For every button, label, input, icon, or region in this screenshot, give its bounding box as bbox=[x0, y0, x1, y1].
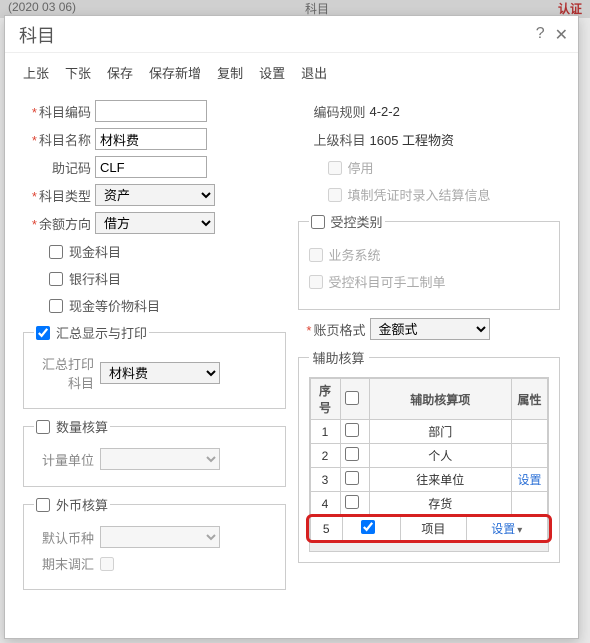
name-input[interactable] bbox=[95, 128, 207, 150]
cash-equiv-checkbox[interactable] bbox=[49, 299, 63, 313]
bank-checkbox[interactable] bbox=[49, 272, 63, 286]
biz-checkbox[interactable] bbox=[309, 248, 323, 262]
balance-select[interactable]: 借方 bbox=[95, 212, 215, 234]
th-seq: 序号 bbox=[310, 379, 340, 420]
manual-label: 受控科目可手工制单 bbox=[329, 272, 446, 291]
table-scrollbar[interactable] bbox=[310, 541, 549, 551]
titlebar: 科目 ? ✕ bbox=[5, 16, 578, 53]
disabled-label: 停用 bbox=[348, 158, 374, 177]
th-check-all[interactable] bbox=[345, 391, 359, 405]
fx-fieldset: 外币核算 默认币种 期末调汇 bbox=[23, 495, 286, 590]
controlled-fieldset: 受控类别 业务系统 受控科目可手工制单 bbox=[298, 212, 561, 310]
code-label: 科目编码 bbox=[23, 102, 95, 121]
subject-dialog: 科目 ? ✕ 上张 下张 保存 保存新增 复制 设置 退出 科目编码 科目名称 … bbox=[4, 15, 579, 639]
qty-unit-label: 计量单位 bbox=[34, 450, 100, 469]
manual-checkbox[interactable] bbox=[309, 275, 323, 289]
fillsettle-label: 填制凭证时录入结算信息 bbox=[348, 185, 491, 204]
type-label: 科目类型 bbox=[23, 186, 95, 205]
balance-label: 余额方向 bbox=[23, 214, 95, 233]
qty-toggle[interactable] bbox=[36, 420, 50, 434]
row-checkbox[interactable] bbox=[345, 471, 359, 485]
aux-fieldset: 辅助核算 序号 辅助核算项 属性 1部门2个人3往来单位设置4存货5项目设置 bbox=[298, 348, 561, 563]
cell-seq: 4 bbox=[310, 492, 340, 516]
settings-button[interactable]: 设置 bbox=[259, 63, 285, 82]
table-row[interactable]: 4 存货 bbox=[310, 492, 548, 516]
sum-print-label: 汇总打印科目 bbox=[34, 354, 100, 392]
exit-button[interactable]: 退出 bbox=[301, 63, 327, 82]
acct-fmt-label: 账页格式 bbox=[298, 320, 370, 339]
th-attr: 属性 bbox=[512, 379, 548, 420]
mnemonic-label: 助记码 bbox=[23, 158, 95, 177]
cell-seq: 1 bbox=[310, 420, 340, 444]
row-checkbox[interactable] bbox=[345, 495, 359, 509]
aux-table: 序号 辅助核算项 属性 1部门2个人3往来单位设置4存货5项目设置 bbox=[310, 378, 549, 541]
row-config-link[interactable]: 设置 bbox=[517, 473, 541, 487]
bank-label: 银行科目 bbox=[69, 269, 121, 288]
fx-adjust-label: 期末调汇 bbox=[34, 554, 100, 573]
cell-seq: 3 bbox=[310, 468, 340, 492]
table-row[interactable]: 5 项目 设置 bbox=[311, 517, 548, 541]
next-button[interactable]: 下张 bbox=[65, 63, 91, 82]
cash-label: 现金科目 bbox=[69, 242, 121, 261]
mnemonic-input[interactable] bbox=[95, 156, 207, 178]
cash-checkbox[interactable] bbox=[49, 245, 63, 259]
acct-fmt-select[interactable]: 金额式 bbox=[370, 318, 490, 340]
biz-label: 业务系统 bbox=[329, 245, 381, 264]
cell-item: 存货 bbox=[369, 492, 512, 516]
th-item: 辅助核算项 bbox=[369, 379, 512, 420]
fx-ccy-select[interactable] bbox=[100, 526, 220, 548]
help-icon[interactable]: ? bbox=[536, 25, 545, 45]
code-input[interactable] bbox=[95, 100, 207, 122]
table-row[interactable]: 3 往来单位设置 bbox=[310, 468, 548, 492]
close-icon[interactable]: ✕ bbox=[555, 25, 568, 45]
row-checkbox[interactable] bbox=[345, 423, 359, 437]
name-label: 科目名称 bbox=[23, 130, 95, 149]
coderule-value: 4-2-2 bbox=[370, 104, 400, 119]
type-select[interactable]: 资产 bbox=[95, 184, 215, 206]
qty-fieldset: 数量核算 计量单位 bbox=[23, 417, 286, 487]
disabled-checkbox[interactable] bbox=[328, 161, 342, 175]
cell-item: 部门 bbox=[369, 420, 512, 444]
summary-toggle[interactable] bbox=[36, 326, 50, 340]
controlled-toggle[interactable] bbox=[311, 215, 325, 229]
summary-fieldset: 汇总显示与打印 汇总打印科目 材料费 bbox=[23, 323, 286, 409]
save-new-button[interactable]: 保存新增 bbox=[149, 63, 201, 82]
left-column: 科目编码 科目名称 助记码 科目类型 资产 余额方向 借方 bbox=[23, 94, 286, 598]
dialog-title: 科目 bbox=[19, 22, 55, 48]
fx-adjust-checkbox[interactable] bbox=[100, 557, 114, 571]
right-column: 编码规则 4-2-2 上级科目 1605 工程物资 停用 填制凭证时录入结算信息… bbox=[298, 94, 561, 598]
toolbar: 上张 下张 保存 保存新增 复制 设置 退出 bbox=[5, 53, 578, 90]
parent-label: 上级科目 bbox=[298, 130, 370, 149]
cell-seq: 5 bbox=[311, 517, 343, 541]
copy-button[interactable]: 复制 bbox=[217, 63, 243, 82]
fillsettle-checkbox[interactable] bbox=[328, 188, 342, 202]
qty-unit-select[interactable] bbox=[100, 448, 220, 470]
cell-item: 个人 bbox=[369, 444, 512, 468]
row-checkbox[interactable] bbox=[361, 520, 375, 534]
save-button[interactable]: 保存 bbox=[107, 63, 133, 82]
table-row[interactable]: 2 个人 bbox=[310, 444, 548, 468]
fx-toggle[interactable] bbox=[36, 498, 50, 512]
cash-equiv-label: 现金等价物科目 bbox=[69, 296, 160, 315]
prev-button[interactable]: 上张 bbox=[23, 63, 49, 82]
row-config-link[interactable]: 设置 bbox=[491, 522, 522, 536]
cell-item: 往来单位 bbox=[369, 468, 512, 492]
row-checkbox[interactable] bbox=[345, 447, 359, 461]
cell-item: 项目 bbox=[400, 517, 466, 541]
cell-seq: 2 bbox=[310, 444, 340, 468]
table-row[interactable]: 1 部门 bbox=[310, 420, 548, 444]
coderule-label: 编码规则 bbox=[298, 102, 370, 121]
sum-print-select[interactable]: 材料费 bbox=[100, 362, 220, 384]
fx-ccy-label: 默认币种 bbox=[34, 528, 100, 547]
parent-value: 1605 工程物资 bbox=[370, 130, 455, 149]
